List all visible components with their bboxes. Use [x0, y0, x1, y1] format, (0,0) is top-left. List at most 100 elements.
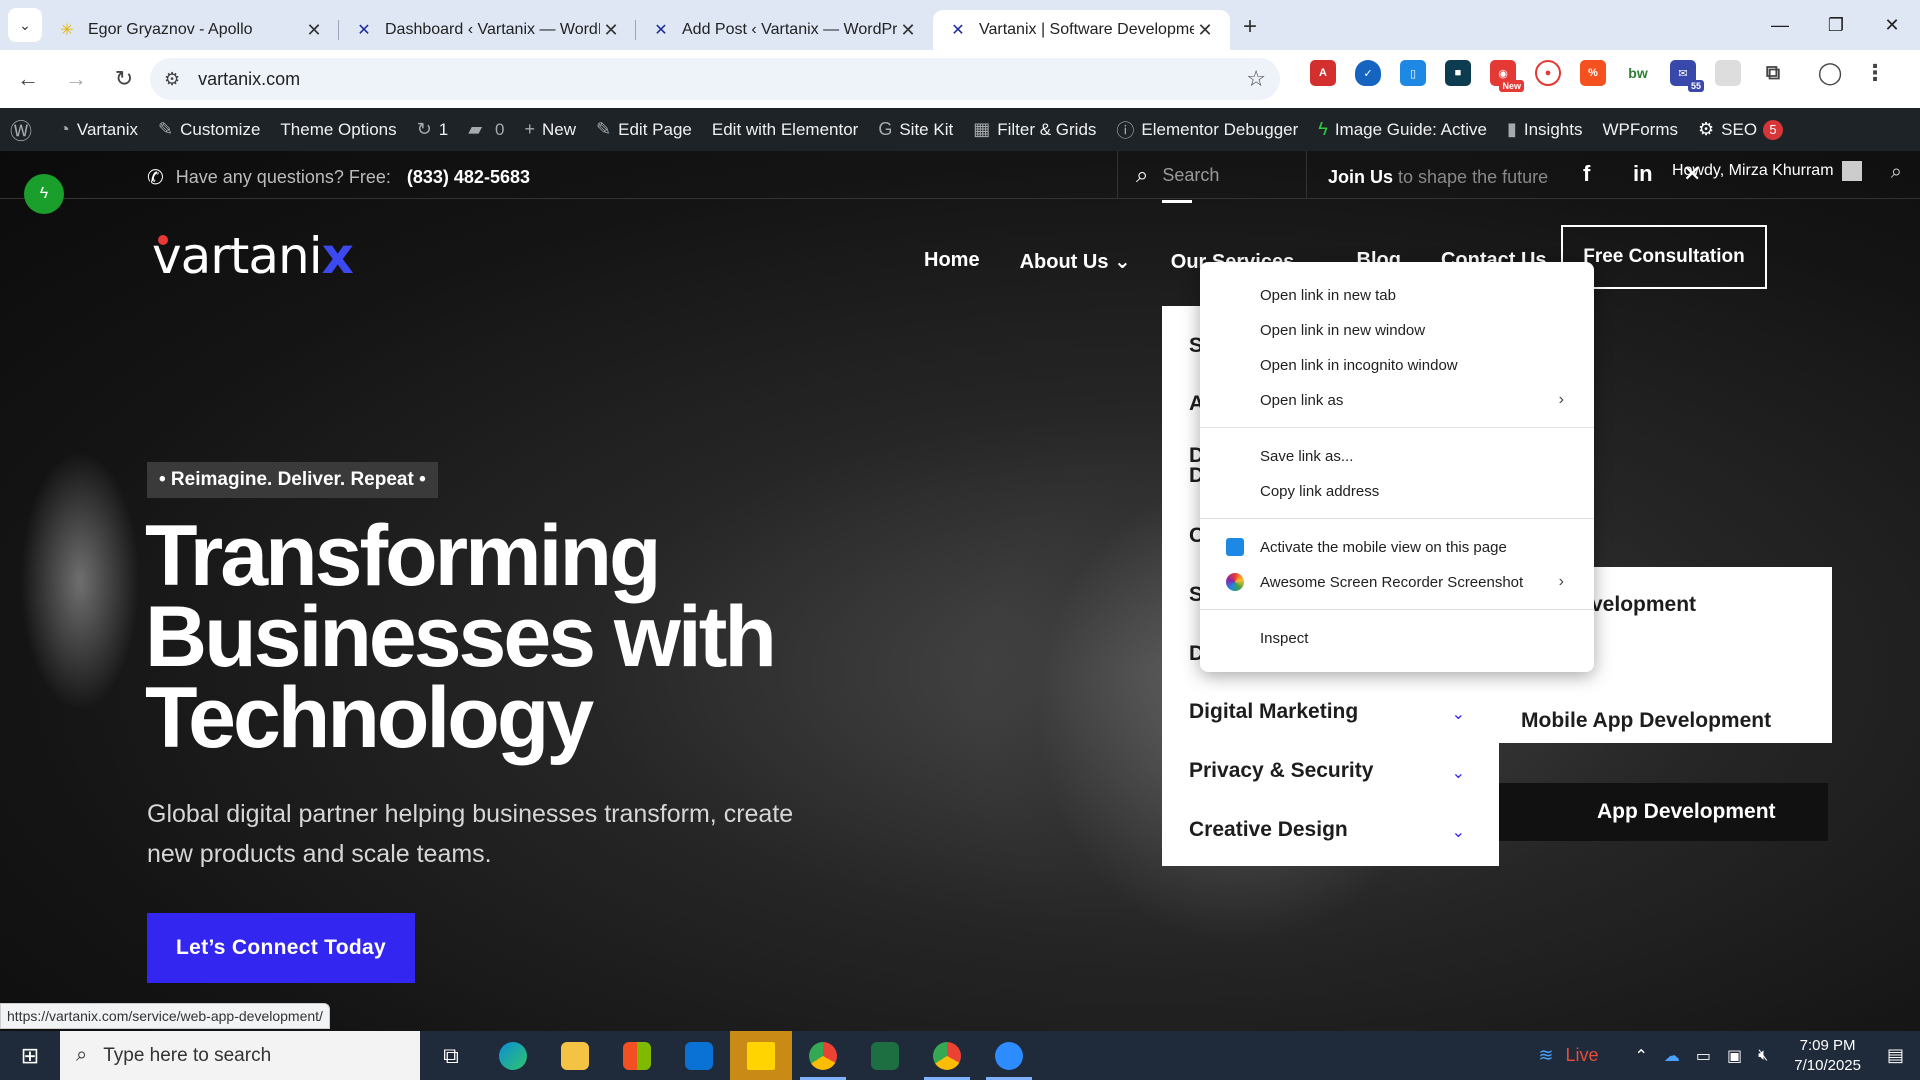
browser-tab-1[interactable]: ✳ Egor Gryaznov - Apollo ✕: [42, 10, 339, 50]
mail-icon[interactable]: [668, 1031, 730, 1080]
submenu-item-development[interactable]: velopment: [1591, 593, 1696, 617]
notifications-icon[interactable]: ▤: [1887, 1045, 1904, 1066]
tab-search-button[interactable]: ⌄: [8, 8, 42, 42]
join-us-link[interactable]: Join Us to shape the future: [1328, 167, 1548, 188]
mail-icon[interactable]: ✉ 55: [1670, 60, 1704, 92]
chevron-up-icon[interactable]: ⌃: [1635, 1046, 1648, 1066]
wpbar-image-guide[interactable]: ϟ Image Guide: Active: [1308, 108, 1497, 151]
wp-user-menu[interactable]: Howdy, Mirza Khurram: [1672, 161, 1862, 181]
shield-icon[interactable]: ✓: [1355, 60, 1381, 86]
bookmark-star-icon[interactable]: ☆: [1246, 66, 1266, 92]
ctx-save-link-as[interactable]: Save link as...: [1200, 439, 1594, 473]
admin-search-icon[interactable]: ⌕: [1891, 161, 1902, 184]
kebab-menu-icon[interactable]: ⋮: [1862, 60, 1888, 86]
wpbar-insights[interactable]: ▮ Insights: [1497, 108, 1593, 151]
zoom-icon[interactable]: [978, 1031, 1040, 1080]
submenu-item-mobile-app-development[interactable]: Mobile App Development: [1521, 709, 1771, 733]
chrome-icon[interactable]: [792, 1031, 854, 1080]
wpbar-site[interactable]: ◔ Vartanix: [49, 108, 148, 151]
phone-number[interactable]: (833) 482-5683: [407, 167, 530, 188]
site-logo[interactable]: vartanix: [152, 227, 354, 285]
windows-start-icon[interactable]: ⊞: [0, 1031, 60, 1080]
performance-bolt-icon[interactable]: ϟ: [24, 174, 64, 214]
browser-tab-2[interactable]: ✕ Dashboard ‹ Vartanix — WordPress ✕: [339, 10, 636, 50]
ctx-screen-recorder[interactable]: Awesome Screen Recorder Screenshot ›: [1200, 565, 1594, 599]
wpbar-customize-label: Customize: [180, 119, 261, 139]
wpbar-site-kit[interactable]: G Site Kit: [868, 108, 963, 151]
profile-icon[interactable]: ◯: [1817, 60, 1843, 86]
blank-extension-icon[interactable]: [1715, 60, 1741, 86]
restore-icon[interactable]: ❐: [1808, 0, 1864, 50]
close-window-icon[interactable]: ✕: [1864, 0, 1920, 50]
ctx-inspect[interactable]: Inspect: [1200, 621, 1594, 655]
ctx-open-link-as[interactable]: Open link as ›: [1200, 383, 1594, 417]
sticky-notes-icon[interactable]: [730, 1031, 792, 1080]
acrobat-icon[interactable]: A: [1310, 60, 1336, 86]
bw-icon[interactable]: bw: [1625, 60, 1651, 86]
volume-mute-icon[interactable]: 🔇︎: [1758, 1047, 1768, 1065]
percent-icon[interactable]: %: [1580, 60, 1606, 86]
wpbar-edit-page[interactable]: ✎ Edit Page: [586, 108, 702, 151]
minimize-icon[interactable]: —: [1752, 0, 1808, 50]
chevron-down-icon[interactable]: ⌄: [1452, 822, 1465, 842]
ctx-open-incognito[interactable]: Open link in incognito window: [1200, 348, 1594, 382]
wpbar-edit-elementor[interactable]: Edit with Elementor: [702, 108, 868, 151]
service-digital-marketing[interactable]: Digital Marketing: [1189, 700, 1358, 724]
chevron-down-icon[interactable]: ⌄: [1452, 704, 1465, 724]
taskbar-search-input[interactable]: ⌕ Type here to search: [60, 1031, 420, 1080]
puzzle-icon[interactable]: ⧉: [1760, 60, 1786, 86]
howdy-text: Howdy, Mirza Khurram: [1672, 162, 1834, 179]
contact-phone[interactable]: ✆ Have any questions? Free: (833) 482-56…: [147, 165, 530, 190]
facebook-icon[interactable]: f: [1583, 161, 1633, 187]
microsoft-store-icon[interactable]: [606, 1031, 668, 1080]
ctx-copy-link-address[interactable]: Copy link address: [1200, 474, 1594, 508]
edge-icon[interactable]: [482, 1031, 544, 1080]
onedrive-icon[interactable]: ☁: [1664, 1046, 1680, 1066]
close-icon[interactable]: ✕: [600, 20, 622, 41]
service-creative-design[interactable]: Creative Design: [1189, 818, 1348, 842]
close-icon[interactable]: ✕: [303, 20, 325, 41]
new-badge-icon[interactable]: ◉ New: [1490, 60, 1524, 92]
wp-logo[interactable]: Ⓦ: [0, 108, 49, 151]
document-icon[interactable]: ▯: [1400, 60, 1426, 86]
wpbar-updates[interactable]: ↻ 1: [407, 108, 459, 151]
new-tab-button[interactable]: +: [1230, 13, 1270, 41]
wpbar-filter-grids[interactable]: ▦ Filter & Grids: [963, 108, 1106, 151]
wpbar-new[interactable]: + New: [515, 108, 587, 151]
battery-icon[interactable]: ▭: [1696, 1046, 1711, 1066]
browser-tab-3[interactable]: ✕ Add Post ‹ Vartanix — WordPress ✕: [636, 10, 933, 50]
ctx-open-new-tab[interactable]: Open link in new tab: [1200, 278, 1594, 312]
forward-button[interactable]: →: [56, 59, 96, 99]
back-button[interactable]: ←: [8, 59, 48, 99]
task-view-icon[interactable]: ⧉: [420, 1031, 482, 1080]
close-icon[interactable]: ✕: [897, 20, 919, 41]
weather-live[interactable]: ≋ Live: [1538, 1045, 1598, 1066]
system-clock[interactable]: 7:09 PM 7/10/2025: [1794, 1036, 1861, 1076]
browser-tab-4-active[interactable]: ✕ Vartanix | Software Development ✕: [933, 10, 1230, 50]
network-icon[interactable]: ▣: [1727, 1046, 1742, 1066]
close-icon[interactable]: ✕: [1194, 20, 1216, 41]
wpbar-wpforms[interactable]: WPForms: [1592, 108, 1688, 151]
site-info-icon[interactable]: ⚙: [164, 69, 180, 90]
ctx-open-new-window[interactable]: Open link in new window: [1200, 313, 1594, 347]
pokeball-icon[interactable]: ●: [1535, 60, 1561, 86]
wpbar-seo[interactable]: ⚙ SEO 5: [1688, 108, 1793, 151]
wpbar-theme-options[interactable]: Theme Options: [270, 108, 406, 151]
ctx-mobile-view[interactable]: Activate the mobile view on this page: [1200, 530, 1594, 564]
folder-icon[interactable]: ■: [1445, 60, 1471, 86]
excel-icon[interactable]: [854, 1031, 916, 1080]
chevron-down-icon[interactable]: ⌄: [1452, 763, 1465, 783]
url-input[interactable]: ⚙ vartanix.com ☆: [150, 58, 1280, 100]
lets-connect-button[interactable]: Let’s Connect Today: [147, 913, 415, 983]
file-explorer-icon[interactable]: [544, 1031, 606, 1080]
service-privacy-security[interactable]: Privacy & Security: [1189, 759, 1373, 783]
reload-button[interactable]: ↻: [104, 59, 144, 99]
submenu-item-web-app-development[interactable]: App Development: [1499, 783, 1828, 841]
nav-about-us[interactable]: About Us ⌄: [1020, 249, 1131, 274]
site-search-input[interactable]: ⌕ Search: [1117, 151, 1307, 199]
wpbar-comments[interactable]: ▰ 0: [458, 108, 514, 151]
nav-home[interactable]: Home: [924, 249, 980, 274]
chrome-profile-icon[interactable]: [916, 1031, 978, 1080]
wpbar-elementor-debugger[interactable]: ⓘ Elementor Debugger: [1106, 108, 1308, 151]
wpbar-customize[interactable]: ✎ Customize: [148, 108, 270, 151]
